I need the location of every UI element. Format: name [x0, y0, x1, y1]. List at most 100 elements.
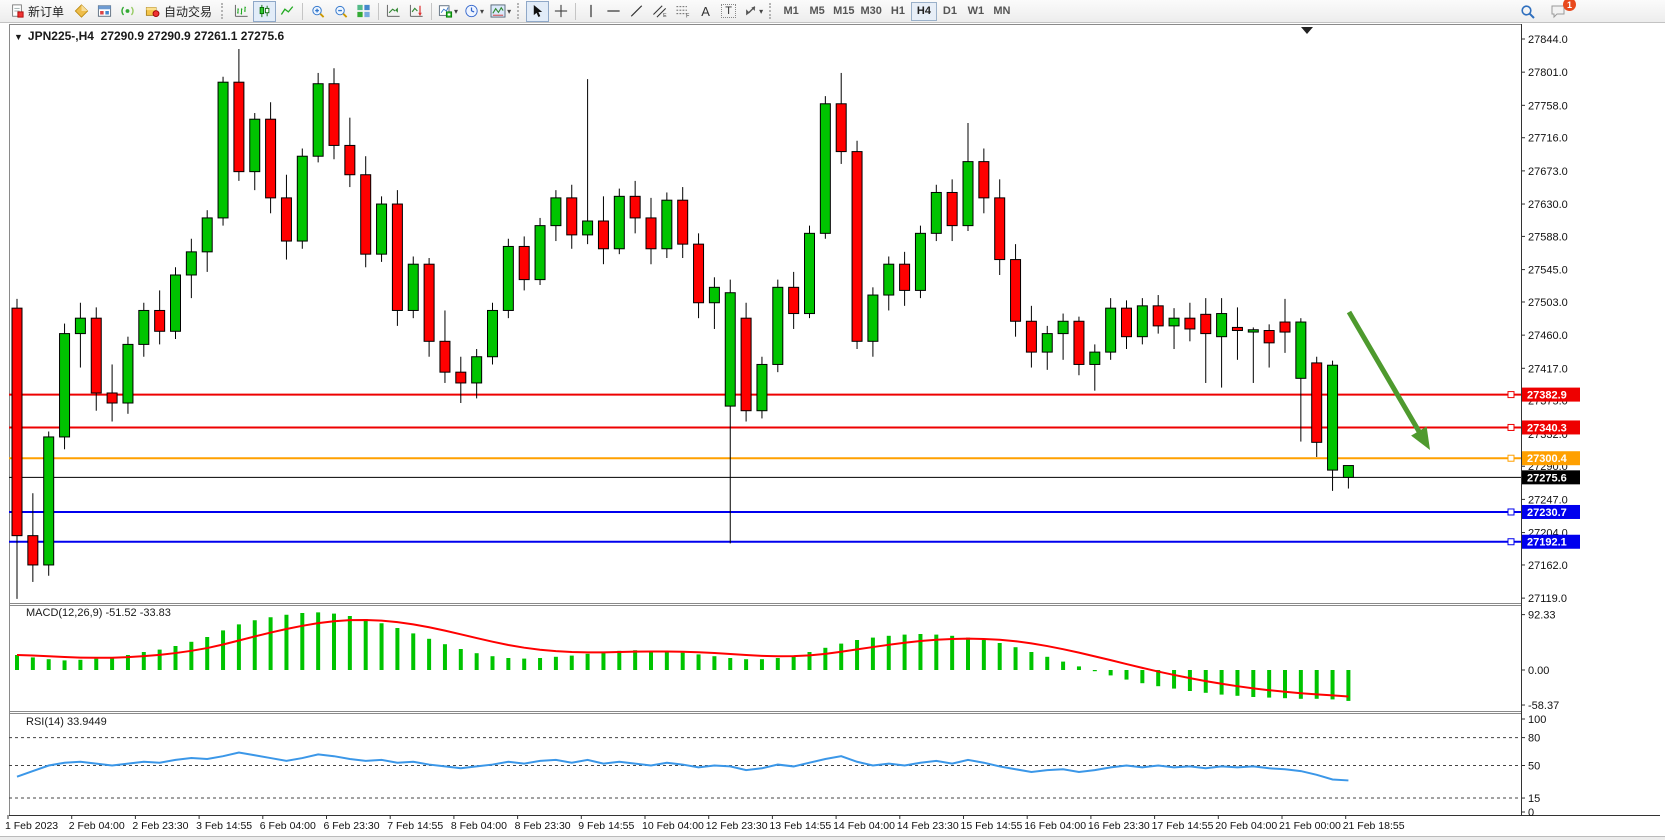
candle	[1137, 306, 1147, 337]
candle	[836, 104, 846, 152]
level-handle[interactable]	[1508, 539, 1514, 545]
chart-title-arrow-icon[interactable]: ▼	[14, 32, 23, 42]
time-tick-label: 16 Feb 04:00	[1024, 820, 1086, 832]
time-tick-label: 7 Feb 14:55	[387, 820, 443, 832]
candle	[186, 252, 196, 275]
candle	[630, 196, 640, 218]
candle	[218, 82, 228, 218]
candle	[155, 310, 165, 331]
level-handle[interactable]	[1508, 424, 1514, 430]
candle	[1042, 334, 1052, 353]
level-price-badge-text: 27340.3	[1527, 422, 1567, 434]
level-price-badge-text: 27230.7	[1527, 507, 1567, 519]
candle	[773, 287, 783, 364]
candle	[1185, 318, 1195, 329]
level-handle[interactable]	[1508, 509, 1514, 515]
time-tick-label: 16 Feb 23:30	[1088, 820, 1150, 832]
price-tick-label: 27844.0	[1528, 34, 1568, 46]
rsi-scale-label: 50	[1528, 761, 1540, 773]
time-tick-label: 8 Feb 23:30	[515, 820, 571, 832]
candle	[1106, 308, 1116, 352]
candle	[1296, 322, 1306, 378]
time-tick-label: 15 Feb 14:55	[961, 820, 1023, 832]
time-tick-label: 3 Feb 14:55	[196, 820, 252, 832]
rsi-indicator-label: RSI(14) 33.9449	[26, 716, 107, 728]
candle	[678, 200, 688, 244]
candle	[567, 198, 577, 235]
candle	[1312, 363, 1322, 442]
candle	[694, 244, 704, 303]
candle	[440, 341, 450, 372]
candle	[107, 393, 117, 403]
candle	[281, 198, 291, 241]
price-tick-label: 27716.0	[1528, 133, 1568, 145]
candle	[1122, 308, 1132, 337]
level-handle[interactable]	[1508, 392, 1514, 398]
candle	[1264, 331, 1274, 343]
time-tick-label: 6 Feb 04:00	[260, 820, 316, 832]
time-tick-label: 2 Feb 23:30	[132, 820, 188, 832]
chart-canvas[interactable]: 27844.027801.027758.027716.027673.027630…	[0, 0, 1665, 840]
candle	[820, 104, 830, 234]
time-tick-label: 14 Feb 04:00	[833, 820, 895, 832]
candle	[900, 264, 910, 290]
price-tick-label: 27588.0	[1528, 231, 1568, 243]
window-bottom-strip	[0, 836, 1665, 840]
candle	[931, 192, 941, 233]
time-tick-label: 17 Feb 14:55	[1152, 820, 1214, 832]
rsi-scale-label: 80	[1528, 733, 1540, 745]
candle	[12, 308, 22, 536]
price-tick-label: 27119.0	[1528, 593, 1567, 605]
candle	[472, 357, 482, 383]
candle	[250, 119, 260, 171]
candle	[234, 82, 244, 171]
time-tick-label: 9 Feb 14:55	[578, 820, 634, 832]
candle	[1280, 322, 1290, 332]
candle	[503, 246, 513, 310]
candle	[519, 246, 529, 279]
rsi-scale-label: 15	[1528, 793, 1540, 805]
candle	[60, 334, 70, 437]
candle	[488, 310, 498, 356]
price-tick-label: 27503.0	[1528, 297, 1568, 309]
candle	[583, 221, 593, 235]
candle	[1090, 352, 1100, 364]
candle	[646, 218, 656, 249]
candle	[28, 536, 38, 565]
time-tick-label: 1 Feb 2023	[5, 820, 58, 832]
level-price-badge-text: 27382.9	[1527, 390, 1567, 402]
time-tick-label: 8 Feb 04:00	[451, 820, 507, 832]
candle	[1343, 466, 1353, 478]
candle	[979, 162, 989, 198]
candle	[551, 198, 561, 226]
candle	[725, 293, 735, 406]
candle	[329, 84, 339, 146]
candle	[1217, 314, 1227, 337]
macd-scale-label: -58.37	[1528, 700, 1559, 712]
candle	[75, 318, 85, 333]
time-tick-label: 14 Feb 23:30	[897, 820, 959, 832]
candle	[1026, 321, 1036, 352]
chart-ohlc-values: 27290.9 27290.9 27261.1 27275.6	[101, 29, 285, 43]
mt4-window: 新订单 自动交易	[0, 0, 1665, 840]
time-tick-label: 12 Feb 23:30	[706, 820, 768, 832]
candle	[1074, 321, 1084, 364]
price-tick-label: 27673.0	[1528, 166, 1568, 178]
level-handle[interactable]	[1508, 455, 1514, 461]
candle	[44, 437, 54, 565]
candle	[266, 119, 276, 198]
candle	[1248, 330, 1258, 332]
candle	[884, 264, 894, 295]
candle	[1232, 327, 1242, 330]
candle	[915, 233, 925, 290]
time-tick-label: 21 Feb 00:00	[1279, 820, 1341, 832]
macd-scale-label: 92.33	[1528, 610, 1556, 622]
candle	[1169, 318, 1179, 326]
macd-scale-label: 0.00	[1528, 665, 1549, 677]
price-tick-label: 27630.0	[1528, 199, 1568, 211]
candle	[408, 264, 418, 310]
candle	[805, 233, 815, 313]
candle	[377, 204, 387, 254]
candle	[139, 310, 149, 344]
price-tick-label: 27162.0	[1528, 560, 1568, 572]
